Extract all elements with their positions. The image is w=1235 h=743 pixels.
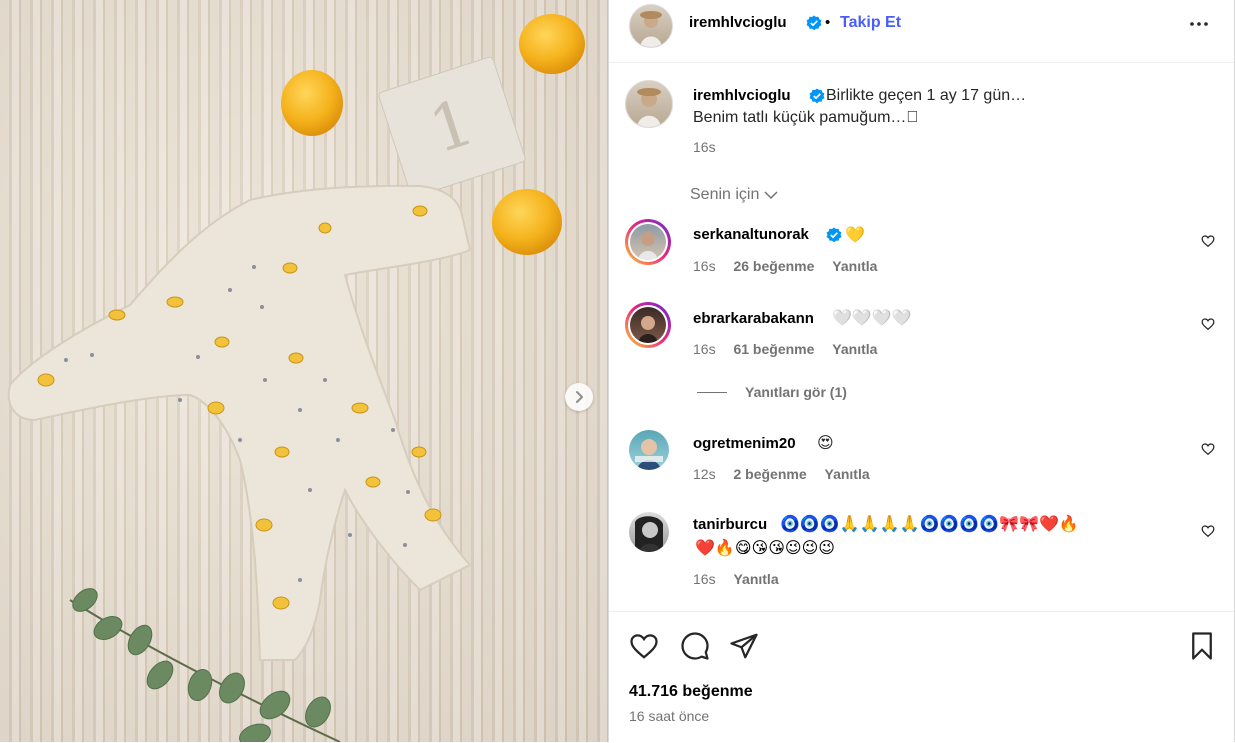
comment-bubble-icon — [681, 632, 709, 660]
heart-outline-icon — [1201, 235, 1215, 248]
comment-meta: 16s 26 beğenme Yanıtla — [693, 258, 877, 274]
caption-text-line2: Benim tatlı küçük pamuğum…􀀀 — [693, 109, 919, 126]
bookmark-icon — [1192, 632, 1212, 660]
likes-count[interactable]: 41.716 beğenme — [629, 683, 753, 701]
like-comment-button[interactable] — [1201, 524, 1215, 543]
verified-badge-icon — [806, 15, 822, 36]
comment-time: 12s — [693, 466, 716, 482]
reply-button[interactable]: Yanıtla — [733, 571, 778, 587]
share-button[interactable] — [729, 631, 759, 666]
post-details-panel: iremhlvcioglu • Takip Et iremhlvcioglu B… — [608, 0, 1235, 742]
caption-username[interactable]: iremhlvcioglu — [693, 87, 791, 104]
onesie — [7, 184, 472, 661]
heart-outline-icon — [1201, 525, 1215, 538]
lemon — [492, 189, 562, 255]
caption-text-line1: Birlikte geçen 1 ay 17 gün… — [826, 87, 1027, 104]
milestone-card: 1 — [378, 56, 526, 198]
avatar-image — [635, 439, 663, 470]
like-comment-button[interactable] — [1201, 234, 1215, 253]
comment-avatar[interactable] — [629, 512, 669, 552]
like-comment-button[interactable] — [1201, 317, 1215, 336]
verified-badge-icon — [809, 88, 825, 109]
header-username[interactable]: iremhlvcioglu — [689, 14, 787, 31]
post-photo-illustration: 1 — [7, 14, 585, 742]
comment-meta: 16s Yanıtla — [693, 571, 779, 587]
comment-text-line2: ❤️🔥😋😘😘😉😉😉 — [695, 540, 835, 557]
comment-text: 😍 — [817, 435, 834, 452]
save-button[interactable] — [1187, 631, 1217, 666]
more-horizontal-icon — [1190, 22, 1208, 26]
follow-button[interactable]: Takip Et — [840, 14, 901, 32]
chevron-right-icon — [576, 391, 583, 403]
avatar-image — [638, 232, 658, 260]
avatar-image — [635, 516, 663, 552]
heart-outline-icon — [630, 634, 658, 659]
comment-likes[interactable]: 26 beğenme — [733, 258, 814, 274]
avatar-image — [638, 316, 658, 343]
post-actions-footer: 41.716 beğenme 16 saat önce — [609, 611, 1234, 743]
comment-meta: 16s 61 beğenme Yanıtla — [693, 341, 877, 357]
comment-text-line1: 🧿🧿🧿🙏🙏🙏🙏🧿🧿🧿🧿🎀🎀❤️🔥 — [780, 516, 1079, 533]
lemon — [281, 70, 343, 136]
comment-filter-label: Senin için — [690, 186, 760, 203]
avatar-image — [637, 88, 661, 127]
reply-button[interactable]: Yanıtla — [825, 466, 870, 482]
caption-avatar[interactable] — [625, 80, 673, 128]
comment-username[interactable]: serkanaltunorak — [693, 226, 809, 243]
caption-time: 16s — [693, 139, 716, 155]
paper-plane-icon — [730, 633, 758, 659]
comment-username[interactable]: tanirburcu — [693, 516, 767, 533]
comment-avatar[interactable] — [625, 219, 671, 265]
comment-text: 🤍🤍🤍🤍 — [832, 310, 912, 327]
like-button[interactable] — [629, 631, 659, 666]
comment-username[interactable]: ebrarkarabakann — [693, 310, 814, 327]
comment-button[interactable] — [680, 631, 710, 666]
view-replies-label: Yanıtları gör (1) — [745, 384, 847, 400]
comment-username[interactable]: ogretmenim20 — [693, 435, 796, 452]
avatar[interactable] — [629, 4, 673, 48]
verified-badge-icon — [826, 227, 842, 248]
avatar-image — [640, 11, 662, 47]
comment-likes[interactable]: 2 beğenme — [733, 466, 806, 482]
heart-outline-icon — [1201, 318, 1215, 331]
comment-time: 16s — [693, 571, 716, 587]
chevron-down-icon — [764, 191, 778, 200]
reply-button[interactable]: Yanıtla — [832, 341, 877, 357]
post-image[interactable]: 1 — [0, 0, 608, 742]
comment-filter-dropdown[interactable]: Senin için — [690, 186, 779, 204]
lemon — [519, 14, 585, 74]
more-options-button[interactable] — [1187, 12, 1211, 41]
comment-avatar[interactable] — [625, 302, 671, 348]
comment-meta: 12s 2 beğenme Yanıtla — [693, 466, 870, 482]
divider — [697, 391, 727, 393]
comment-text: 💛 — [845, 227, 865, 244]
comment-avatar[interactable] — [629, 430, 669, 470]
comment-likes[interactable]: 61 beğenme — [733, 341, 814, 357]
comment-time: 16s — [693, 258, 716, 274]
reply-button[interactable]: Yanıtla — [832, 258, 877, 274]
view-replies-button[interactable]: Yanıtları gör (1) — [697, 384, 847, 400]
post-header: iremhlvcioglu • Takip Et — [609, 0, 1234, 63]
post-time: 16 saat önce — [629, 708, 710, 724]
like-comment-button[interactable] — [1201, 442, 1215, 461]
next-image-button[interactable] — [565, 383, 593, 411]
comment-time: 16s — [693, 341, 716, 357]
header-separator: • — [825, 14, 831, 31]
heart-outline-icon — [1201, 443, 1215, 456]
